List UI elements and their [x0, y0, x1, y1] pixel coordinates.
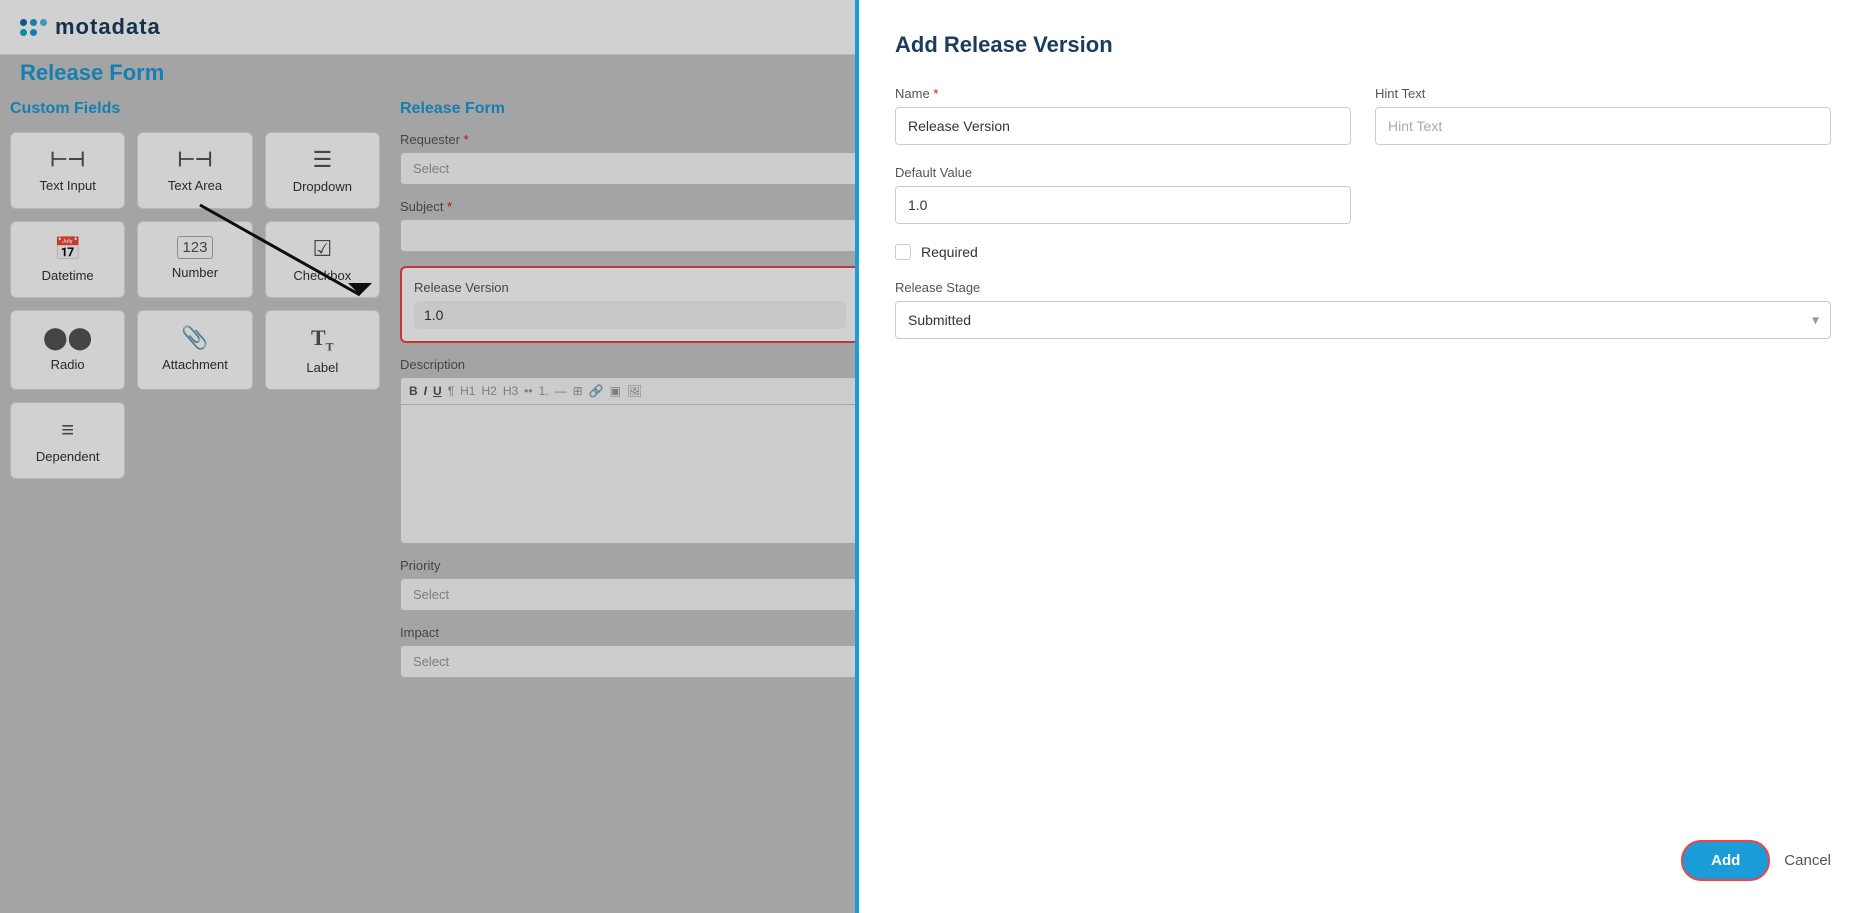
- dim-overlay: [0, 0, 860, 913]
- modal-required-checkbox[interactable]: [895, 244, 911, 260]
- modal-panel: Add Release Version Name * Hint Text Def…: [855, 0, 1867, 913]
- add-button[interactable]: Add: [1681, 840, 1770, 881]
- modal-name-field: Name *: [895, 86, 1351, 145]
- modal-body: Name * Hint Text Default Value Required: [895, 86, 1831, 824]
- cancel-button[interactable]: Cancel: [1784, 852, 1831, 869]
- modal-hint-input[interactable]: [1375, 107, 1831, 145]
- modal-default-row: Default Value: [895, 165, 1831, 224]
- modal-name-hint-row: Name * Hint Text: [895, 86, 1831, 145]
- modal-release-stage-field: Release Stage Submitted Planning In Prog…: [895, 280, 1831, 339]
- modal-hint-field: Hint Text: [1375, 86, 1831, 145]
- modal-required-row: Required: [895, 244, 1831, 260]
- modal-name-input[interactable]: [895, 107, 1351, 145]
- modal-default-label: Default Value: [895, 165, 1351, 180]
- modal-title: Add Release Version: [895, 32, 1831, 58]
- modal-release-stage-wrapper: Submitted Planning In Progress Completed…: [895, 301, 1831, 339]
- modal-default-field: Default Value: [895, 165, 1351, 224]
- modal-default-input[interactable]: [895, 186, 1351, 224]
- modal-empty-field: [1375, 165, 1831, 224]
- modal-hint-label: Hint Text: [1375, 86, 1831, 101]
- modal-release-stage-select[interactable]: Submitted Planning In Progress Completed: [895, 301, 1831, 339]
- modal-required-label: Required: [921, 244, 978, 260]
- modal-name-label: Name *: [895, 86, 1351, 101]
- modal-release-stage-label: Release Stage: [895, 280, 1831, 295]
- modal-footer: Add Cancel: [895, 824, 1831, 881]
